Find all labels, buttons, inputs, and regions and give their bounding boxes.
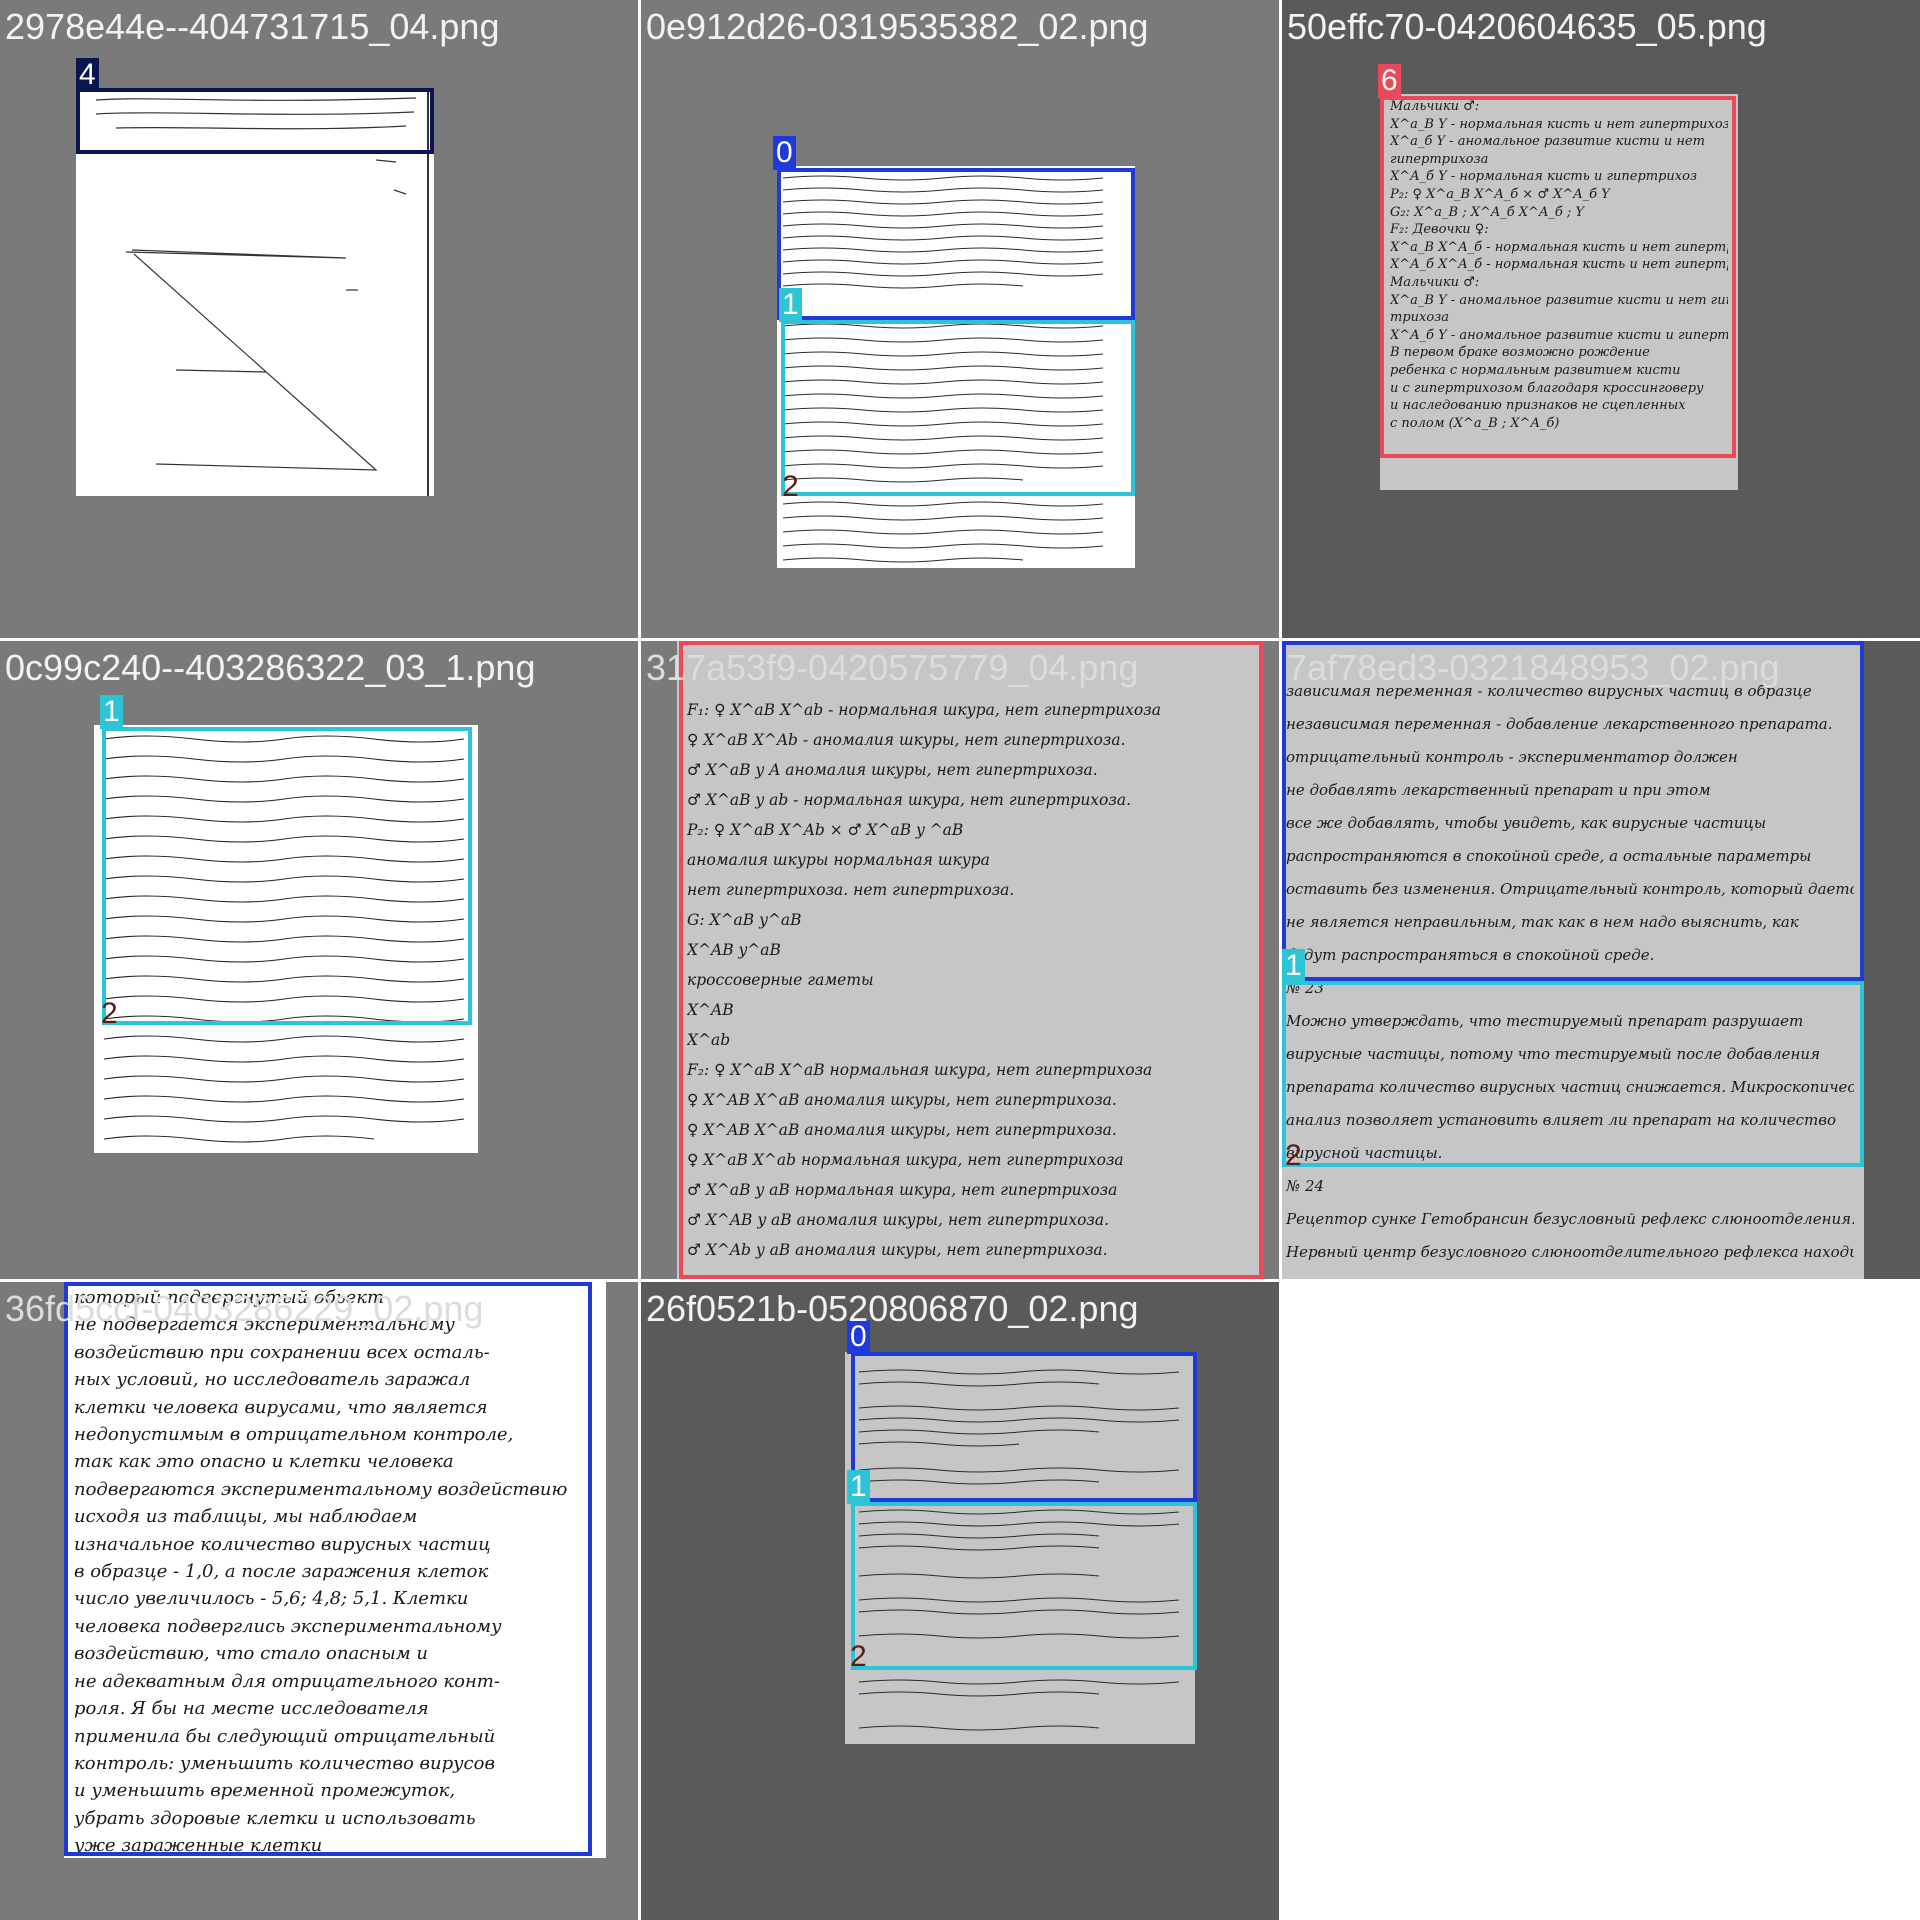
bbox-label: 6 (1378, 64, 1401, 98)
bbox-class-6[interactable] (1380, 96, 1736, 458)
bbox-class-0[interactable] (1282, 641, 1864, 981)
bbox-class-6[interactable] (679, 641, 1263, 1279)
bbox-label: 4 (76, 58, 99, 92)
tile-1[interactable]: 0e912d26-0319535382_02.png 0 1 2 (641, 0, 1279, 638)
bbox-class-1[interactable] (102, 727, 472, 1025)
tile-filename: 36fd5ccf-0403286229_02.png (5, 1288, 484, 1329)
tile-4[interactable]: F₁: ♀ X^aB X^ab - нормальная шкура, нет … (641, 641, 1279, 1279)
tile-filename: 7af78ed3-0321848953_02.png (1287, 647, 1780, 688)
bbox-label: 2 (782, 470, 799, 503)
tile-filename: 0c99c240--403286322_03_1.png (5, 647, 536, 688)
bbox-class-1[interactable] (1282, 981, 1864, 1167)
tile-filename: 50effc70-0420604635_05.png (1287, 6, 1767, 47)
bbox-class-0[interactable] (851, 1352, 1197, 1502)
bbox-label: 2 (850, 1640, 867, 1673)
tile-5[interactable]: зависимая переменная - количество вирусн… (1282, 641, 1920, 1279)
bbox-label: 2 (1285, 1139, 1302, 1172)
tile-2[interactable]: 50effc70-0420604635_05.png Мальчики ♂: X^… (1282, 0, 1920, 638)
bbox-class-0[interactable] (64, 1282, 592, 1856)
tile-3[interactable]: 0c99c240--403286322_03_1.png 1 2 (0, 641, 638, 1279)
tile-7[interactable]: 26f0521b-0520806870_02.png 0 1 2 (641, 1282, 1279, 1920)
tile-filename: 0e912d26-0319535382_02.png (646, 6, 1149, 47)
bbox-class-1[interactable] (781, 320, 1135, 496)
mosaic-grid: 2978e44e--404731715_04.png 4 0e912d26-03… (0, 0, 1920, 1920)
tile-filename: 2978e44e--404731715_04.png (5, 6, 500, 47)
tile-0[interactable]: 2978e44e--404731715_04.png 4 (0, 0, 638, 638)
tile-filename: 26f0521b-0520806870_02.png (646, 1288, 1139, 1329)
bbox-label: 2 (101, 997, 118, 1030)
tile-filename: 317a53f9-0420575779_04.png (646, 647, 1139, 688)
bbox-label: 1 (779, 288, 802, 322)
bbox-class-0[interactable] (777, 168, 1135, 320)
bbox-class-1[interactable] (851, 1502, 1197, 1670)
bbox-label: 1 (847, 1470, 870, 1504)
bbox-label: 1 (1282, 949, 1305, 983)
bbox-label: 1 (100, 695, 123, 729)
bbox-label: 0 (773, 136, 796, 170)
tile-6[interactable]: который подвергнутый обьект не подвергает… (0, 1282, 638, 1920)
bbox-class-4[interactable] (76, 88, 434, 154)
